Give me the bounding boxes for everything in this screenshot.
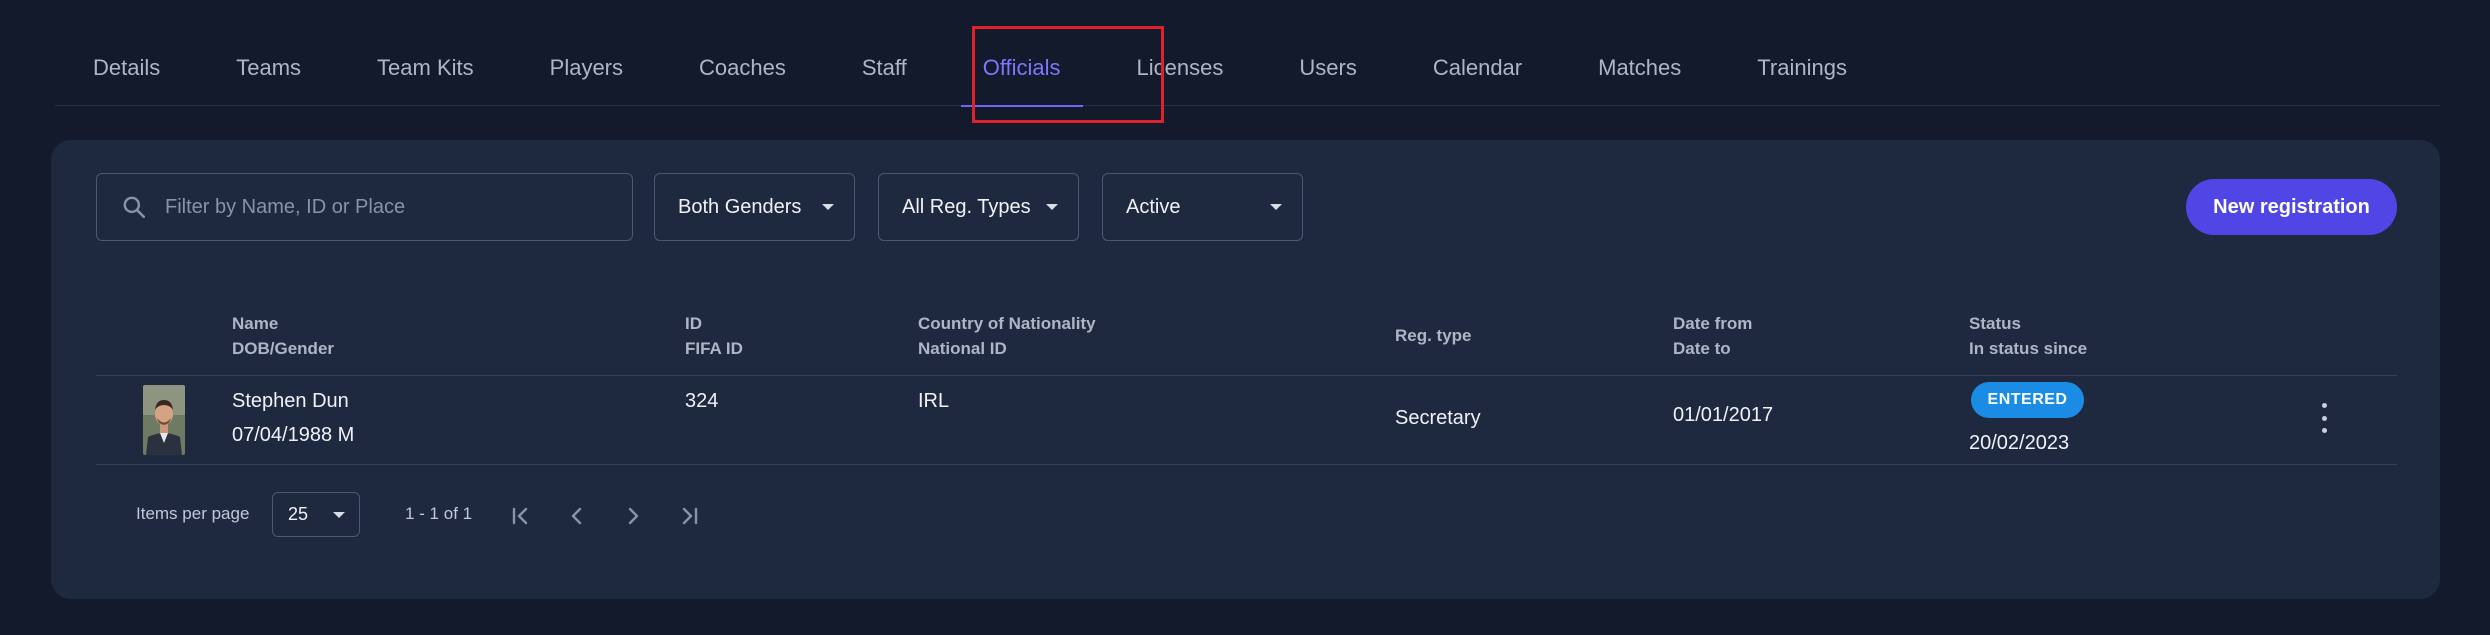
column-header-id[interactable]: ID FIFA ID — [685, 311, 743, 361]
column-header-date-from-label: Date from — [1673, 314, 1753, 333]
official-date-from: 01/01/2017 — [1673, 404, 1774, 426]
tab-staff[interactable]: Staff — [824, 30, 945, 106]
tab-matches[interactable]: Matches — [1560, 30, 1719, 106]
officials-panel: Both Genders All Reg. Types Active New r… — [51, 140, 2440, 599]
column-header-country-label: Country of Nationality — [918, 314, 1096, 333]
gender-select-value: Both Genders — [678, 195, 802, 218]
first-page-icon — [512, 507, 528, 525]
tab-coaches[interactable]: Coaches — [661, 30, 824, 106]
column-header-name[interactable]: Name DOB/Gender — [232, 311, 334, 361]
official-name: Stephen Dun — [232, 390, 349, 412]
column-header-status-label: Status — [1969, 314, 2021, 333]
column-header-national-id-label: National ID — [918, 339, 1007, 358]
search-icon — [123, 196, 146, 219]
official-id: 324 — [685, 390, 719, 412]
tab-users[interactable]: Users — [1261, 30, 1394, 106]
column-header-id-label: ID — [685, 314, 702, 333]
search-input[interactable] — [165, 195, 605, 219]
column-header-name-label: Name — [232, 314, 279, 333]
gender-select[interactable]: Both Genders — [654, 173, 855, 241]
tab-bar: Details Teams Team Kits Players Coaches … — [55, 30, 2440, 107]
reg-type-select[interactable]: All Reg. Types — [878, 173, 1079, 241]
chevron-left-icon — [571, 507, 582, 525]
next-page-button[interactable] — [618, 501, 648, 531]
official-reg-type: Secretary — [1395, 407, 1481, 429]
column-header-dates[interactable]: Date from Date to — [1673, 311, 1752, 361]
column-header-reg-type-label: Reg. type — [1395, 326, 1472, 345]
page-range: 1 - 1 of 1 — [405, 504, 473, 523]
last-page-icon — [682, 507, 698, 525]
chevron-down-icon — [1270, 204, 1282, 210]
column-header-country[interactable]: Country of Nationality National ID — [918, 311, 1096, 361]
column-header-fifa-id-label: FIFA ID — [685, 339, 743, 358]
tab-trainings[interactable]: Trainings — [1719, 30, 1885, 106]
new-registration-button[interactable]: New registration — [2186, 179, 2397, 235]
official-country: IRL — [918, 390, 950, 412]
tab-calendar[interactable]: Calendar — [1395, 30, 1560, 106]
first-page-button[interactable] — [506, 501, 536, 531]
column-header-status-since-label: In status since — [1969, 339, 2088, 358]
last-page-button[interactable] — [674, 501, 704, 531]
column-header-status[interactable]: Status In status since — [1969, 311, 2087, 361]
status-badge: ENTERED — [1971, 382, 2084, 418]
search-field[interactable] — [96, 173, 633, 241]
column-header-dob-label: DOB/Gender — [232, 339, 335, 358]
column-header-reg-type[interactable]: Reg. type — [1395, 323, 1472, 348]
chevron-down-icon — [1046, 204, 1058, 210]
tab-team-kits[interactable]: Team Kits — [339, 30, 512, 106]
reg-type-select-value: All Reg. Types — [902, 195, 1031, 218]
status-select-value: Active — [1126, 195, 1181, 218]
column-header-date-to-label: Date to — [1673, 339, 1731, 358]
items-per-page-value: 25 — [288, 504, 309, 524]
more-options-icon[interactable] — [2314, 403, 2334, 433]
table-divider — [96, 375, 2397, 376]
official-status-since: 20/02/2023 — [1969, 432, 2070, 454]
tab-teams[interactable]: Teams — [198, 30, 339, 106]
previous-page-button[interactable] — [562, 501, 592, 531]
chevron-right-icon — [628, 507, 639, 525]
table-divider — [96, 464, 2397, 465]
highlight-box — [972, 26, 1164, 123]
avatar — [143, 385, 185, 455]
items-per-page-select[interactable]: 25 — [272, 492, 360, 537]
chevron-down-icon — [822, 204, 834, 210]
status-select[interactable]: Active — [1102, 173, 1303, 241]
chevron-down-icon — [333, 511, 345, 518]
items-per-page-label: Items per page — [136, 504, 250, 523]
tab-players[interactable]: Players — [512, 30, 661, 106]
official-dob-gender: 07/04/1988 M — [232, 424, 355, 446]
tab-details[interactable]: Details — [55, 30, 198, 106]
